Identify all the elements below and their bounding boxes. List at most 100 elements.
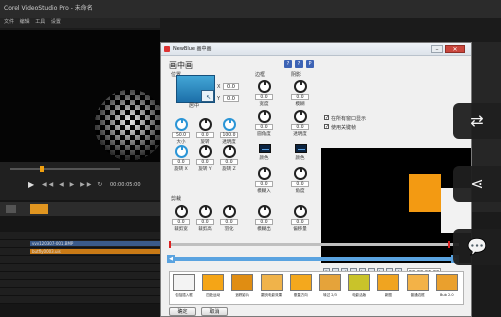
shadow-blur-knob[interactable] (294, 80, 307, 93)
x-label: X (217, 84, 221, 90)
x-field[interactable]: 0.0 (223, 83, 239, 90)
shadow-offset-knob[interactable] (294, 205, 307, 218)
feather-value[interactable]: 0.0 (220, 219, 238, 225)
rotate-y-value[interactable]: 0.0 (196, 159, 214, 165)
size-value[interactable]: 50.0 (172, 132, 190, 138)
keyframe-marker-end[interactable] (448, 241, 450, 248)
rotate-y-knob[interactable] (199, 145, 212, 158)
preset-thumbnail[interactable] (377, 274, 400, 291)
minimize-button[interactable]: – (431, 45, 443, 53)
border-blur-out-knob[interactable] (258, 205, 271, 218)
storyboard-view-button[interactable] (30, 204, 48, 214)
center-button[interactable]: 居中 (189, 102, 199, 109)
border-width-knob[interactable] (258, 80, 271, 93)
preset-thumbnail[interactable] (435, 274, 458, 291)
border-color-label: 颜色 (259, 156, 269, 161)
knob-dial[interactable] (294, 205, 307, 218)
preset-button[interactable]: P (306, 60, 314, 68)
crop-height-value[interactable]: 0.0 (196, 219, 214, 225)
editor-scrubber[interactable] (10, 168, 120, 170)
preset-scrollbar[interactable] (175, 257, 451, 261)
rotate-z-value[interactable]: 0.0 (220, 159, 238, 165)
share-icon[interactable]: ⋖ (453, 166, 501, 202)
play-icon[interactable]: ▶ (28, 180, 34, 189)
knob-dial[interactable] (199, 205, 212, 218)
comment-icon[interactable]: 💬 (453, 229, 501, 265)
border-blur-out-value[interactable]: 0.0 (255, 219, 273, 225)
transport-controls[interactable]: ◀◀ ◀ ▶ ▶▶ ↻ (42, 181, 104, 188)
menu-file[interactable]: 文件 (4, 18, 14, 25)
knob-dial[interactable] (199, 118, 212, 131)
rotate-x-value[interactable]: 0.0 (172, 159, 190, 165)
preset-thumbnail[interactable] (202, 274, 225, 291)
close-button[interactable]: ✕ (445, 45, 465, 53)
preset-thumbnail[interactable] (260, 274, 283, 291)
timeline-clip[interactable]: butfly0003.uis (30, 249, 160, 254)
knob-dial[interactable] (223, 205, 236, 218)
border-radius-knob[interactable] (258, 110, 271, 123)
knob-dial[interactable] (175, 118, 188, 131)
cancel-button[interactable]: 取消 (201, 307, 228, 316)
preset-thumbnail[interactable] (406, 274, 429, 291)
menu-edit[interactable]: 编辑 (20, 18, 30, 25)
border-blur-in-value[interactable]: 0.0 (255, 181, 273, 187)
knob-dial[interactable] (258, 110, 271, 123)
shadow-angle-knob[interactable] (294, 167, 307, 180)
crop-width-knob[interactable] (175, 205, 188, 218)
position-pad[interactable]: ↖ (176, 75, 215, 103)
knob-dial[interactable] (294, 80, 307, 93)
timeline-clip[interactable]: vvv120307-001.BMP (30, 241, 160, 246)
keyframe-timeline[interactable] (169, 243, 459, 246)
size-knob[interactable] (175, 118, 188, 131)
help-button[interactable]: ? (295, 60, 303, 68)
preset-thumbnail[interactable] (319, 274, 341, 291)
opacity-knob[interactable] (223, 118, 236, 131)
crop-height-knob[interactable] (199, 205, 212, 218)
knob-dial[interactable] (258, 167, 271, 180)
feather-knob[interactable] (223, 205, 236, 218)
shadow-opacity-knob[interactable] (294, 110, 307, 123)
preset-thumbnail[interactable] (348, 274, 371, 291)
timeline-view-button[interactable] (6, 205, 16, 213)
show-all-windows-checkbox[interactable]: ✓ (324, 115, 329, 121)
y-label: Y (217, 96, 221, 102)
ok-button[interactable]: 确定 (169, 307, 196, 316)
knob-dial[interactable] (258, 205, 271, 218)
shadow-offset-value[interactable]: 0.0 (291, 219, 309, 225)
knob-dial[interactable] (175, 145, 188, 158)
menu-tools[interactable]: 工具 (35, 18, 45, 25)
rotation-value[interactable]: 0.0 (196, 132, 214, 138)
border-blur-in-knob[interactable] (258, 167, 271, 180)
rotation-knob[interactable] (199, 118, 212, 131)
shadow-blur-value[interactable]: 0.0 (291, 94, 309, 100)
menu-settings[interactable]: 设置 (51, 18, 61, 25)
knob-dial[interactable] (294, 167, 307, 180)
shadow-color-swatch[interactable] (295, 144, 307, 153)
y-field[interactable]: 0.0 (223, 95, 239, 102)
keyframes-checkbox[interactable]: ✓ (324, 124, 329, 130)
knob-dial[interactable] (294, 110, 307, 123)
border-radius-value[interactable]: 0.0 (255, 124, 273, 130)
shadow-angle-value[interactable]: 0.0 (291, 181, 309, 187)
opacity-value[interactable]: 100.0 (220, 132, 238, 138)
preset-thumbnail[interactable] (173, 274, 195, 291)
preset-thumbnail[interactable] (231, 274, 254, 291)
editor-scrub-handle[interactable] (40, 166, 44, 172)
help-button[interactable]: ? (284, 60, 292, 68)
knob-dial[interactable] (199, 145, 212, 158)
knob-dial[interactable] (223, 118, 236, 131)
preset-thumbnail[interactable] (289, 274, 312, 291)
border-color-swatch[interactable] (259, 144, 271, 153)
keyframe-marker-start[interactable] (169, 241, 171, 248)
rotate-z-knob[interactable] (223, 145, 236, 158)
knob-dial[interactable] (258, 80, 271, 93)
crop-width-value[interactable]: 0.0 (172, 219, 190, 225)
shadow-opacity-value[interactable]: 0.0 (291, 124, 309, 130)
knob-dial[interactable] (223, 145, 236, 158)
swap-icon[interactable]: ⇄ (453, 103, 501, 139)
border-width-value[interactable]: 0.0 (255, 94, 273, 100)
shadow-opacity-label: 透明度 (293, 132, 307, 137)
rotate-x-knob[interactable] (175, 145, 188, 158)
knob-dial[interactable] (175, 205, 188, 218)
scroll-left-icon[interactable]: ◀ (167, 255, 175, 263)
